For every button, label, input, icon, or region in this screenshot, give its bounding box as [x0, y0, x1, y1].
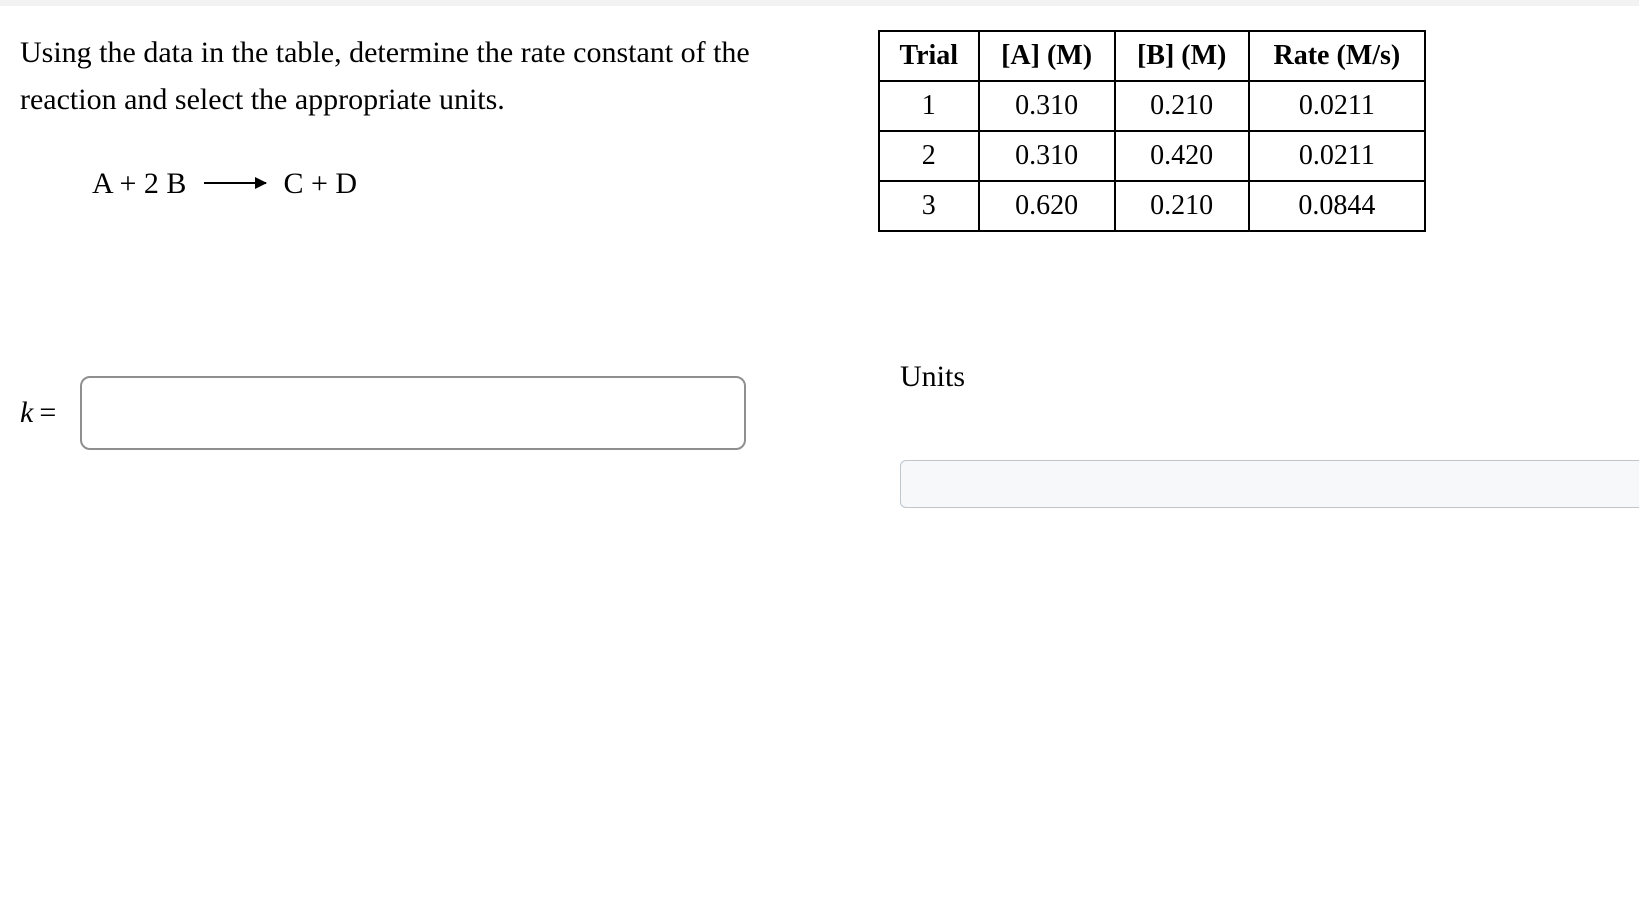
cell-b: 0.210: [1115, 181, 1249, 231]
question-prompt: Using the data in the table, determine t…: [20, 30, 820, 123]
table-row: 1 0.310 0.210 0.0211: [879, 81, 1425, 131]
cell-rate: 0.0211: [1249, 81, 1425, 131]
col-header-rate: Rate (M/s): [1249, 31, 1425, 81]
cell-rate: 0.0844: [1249, 181, 1425, 231]
reaction-arrow-icon: [204, 182, 266, 184]
col-header-b: [B] (M): [1115, 31, 1249, 81]
question-page: Using the data in the table, determine t…: [0, 0, 1639, 916]
table-row: 2 0.310 0.420 0.0211: [879, 131, 1425, 181]
col-header-trial: Trial: [879, 31, 979, 81]
cell-trial: 2: [879, 131, 979, 181]
table-header-row: Trial [A] (M) [B] (M) Rate (M/s): [879, 31, 1425, 81]
cell-b: 0.210: [1115, 81, 1249, 131]
cell-trial: 1: [879, 81, 979, 131]
cell-rate: 0.0211: [1249, 131, 1425, 181]
data-table: Trial [A] (M) [B] (M) Rate (M/s) 1 0.310…: [878, 30, 1426, 232]
k-value-input[interactable]: [80, 376, 746, 450]
units-select[interactable]: [900, 460, 1639, 508]
cell-trial: 3: [879, 181, 979, 231]
cell-a: 0.620: [979, 181, 1115, 231]
right-column: Trial [A] (M) [B] (M) Rate (M/s) 1 0.310…: [878, 30, 1618, 232]
k-symbol: k: [20, 396, 33, 430]
equation-lhs: A + 2 B: [92, 167, 186, 200]
cell-a: 0.310: [979, 131, 1115, 181]
col-header-a: [A] (M): [979, 31, 1115, 81]
cell-a: 0.310: [979, 81, 1115, 131]
equation-rhs: C + D: [283, 167, 357, 200]
table-row: 3 0.620 0.210 0.0844: [879, 181, 1425, 231]
cell-b: 0.420: [1115, 131, 1249, 181]
left-column: Using the data in the table, determine t…: [20, 30, 820, 201]
k-answer-row: k =: [20, 376, 746, 450]
equals-sign: =: [39, 396, 56, 430]
units-label: Units: [900, 360, 965, 394]
reaction-equation: A + 2 B C + D: [92, 167, 820, 201]
